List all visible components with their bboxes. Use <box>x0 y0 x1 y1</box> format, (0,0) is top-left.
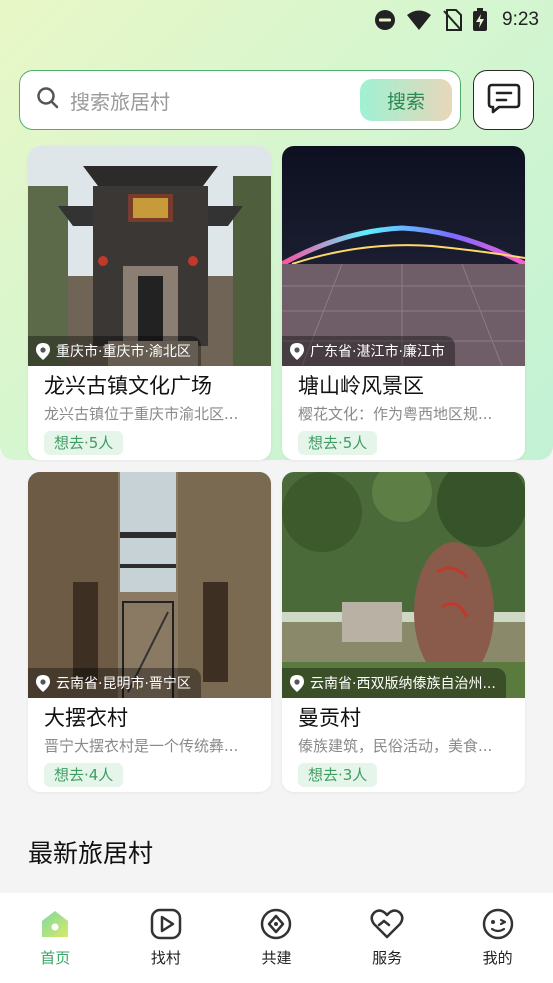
nav-services[interactable]: 服务 <box>332 907 442 968</box>
heart-hands-icon <box>370 907 404 941</box>
location-tag: 云南省·昆明市·晋宁区 <box>28 668 201 698</box>
want-to-go-badge[interactable]: 想去·3人 <box>298 763 378 787</box>
location-pin-icon <box>290 342 304 360</box>
wifi-icon <box>406 9 432 31</box>
village-photo: 重庆市·重庆市·渝北区 <box>28 146 271 366</box>
nav-home[interactable]: 首页 <box>0 907 110 968</box>
want-to-go-badge[interactable]: 想去·5人 <box>298 431 378 455</box>
location-pin-icon <box>290 674 304 692</box>
village-photo: 广东省·湛江市·廉江市 <box>282 146 525 366</box>
latest-villages-heading: 最新旅居村 <box>28 839 154 868</box>
want-to-go-badge[interactable]: 想去·5人 <box>44 431 124 455</box>
do-not-disturb-icon <box>374 9 396 31</box>
nav-co-build[interactable]: 共建 <box>221 907 331 968</box>
no-sim-icon <box>442 9 463 31</box>
nav-profile[interactable]: 我的 <box>443 907 553 968</box>
search-bar[interactable]: 搜索旅居村 搜索 <box>19 70 461 130</box>
message-button[interactable] <box>473 70 534 130</box>
village-description: 傣族建筑，民俗活动，美食... <box>298 737 493 755</box>
play-icon <box>150 907 182 941</box>
village-title: 大摆衣村 <box>44 706 128 730</box>
location-tag: 重庆市·重庆市·渝北区 <box>28 336 201 366</box>
village-card[interactable]: 重庆市·重庆市·渝北区 龙兴古镇文化广场 龙兴古镇位于重庆市渝北区... 想去·… <box>28 146 271 460</box>
search-input[interactable]: 搜索旅居村 <box>70 86 360 115</box>
village-description: 晋宁大摆衣村是一个传统彝... <box>44 737 239 755</box>
search-icon <box>36 86 60 114</box>
village-title: 龙兴古镇文化广场 <box>44 374 212 398</box>
village-description: 龙兴古镇位于重庆市渝北区... <box>44 405 239 423</box>
village-description: 樱花文化：作为粤西地区规... <box>298 405 493 423</box>
status-bar: 9:23 <box>0 0 553 40</box>
village-title: 塘山岭风景区 <box>298 374 424 398</box>
location-tag: 广东省·湛江市·廉江市 <box>282 336 455 366</box>
status-time: 9:23 <box>502 9 539 30</box>
location-pin-icon <box>36 674 50 692</box>
village-card[interactable]: 云南省·西双版纳傣族自治州... 曼贡村 傣族建筑，民俗活动，美食... 想去·… <box>282 472 525 792</box>
location-tag: 云南省·西双版纳傣族自治州... <box>282 668 506 698</box>
battery-charging-icon <box>472 8 488 32</box>
village-photo: 云南省·昆明市·晋宁区 <box>28 472 271 698</box>
compass-icon <box>260 907 292 941</box>
village-title: 曼贡村 <box>298 706 361 730</box>
village-photo: 云南省·西双版纳傣族自治州... <box>282 472 525 698</box>
want-to-go-badge[interactable]: 想去·4人 <box>44 763 124 787</box>
search-button[interactable]: 搜索 <box>360 79 452 121</box>
village-card[interactable]: 云南省·昆明市·晋宁区 大摆衣村 晋宁大摆衣村是一个传统彝... 想去·4人 <box>28 472 271 792</box>
message-icon <box>487 82 521 118</box>
home-icon <box>39 907 71 941</box>
location-pin-icon <box>36 342 50 360</box>
village-card[interactable]: 广东省·湛江市·廉江市 塘山岭风景区 樱花文化：作为粤西地区规... 想去·5人 <box>282 146 525 460</box>
face-icon <box>482 907 514 941</box>
nav-find-village[interactable]: 找村 <box>111 907 221 968</box>
bottom-navigation: 首页 找村 共建 服务 我的 <box>0 893 553 983</box>
